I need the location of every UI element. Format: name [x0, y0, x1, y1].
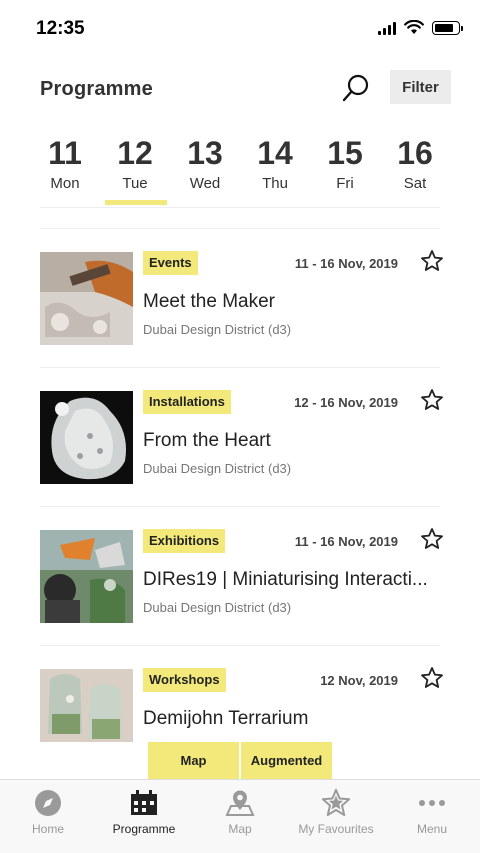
star-icon	[321, 788, 351, 817]
tab-my-favourites[interactable]: My Favourites	[288, 780, 384, 853]
date-item-16[interactable]: 16 Sat	[380, 134, 450, 208]
event-card[interactable]: Exhibitions 11 - 16 Nov, 2019 DIRes19 | …	[40, 506, 443, 645]
date-weekday: Mon	[50, 175, 80, 192]
tab-label: My Favourites	[298, 822, 374, 836]
bottom-tab-bar: Home Programme Map My Favourites Menu	[0, 779, 480, 853]
event-thumbnail	[40, 252, 133, 345]
star-outline-icon	[421, 528, 443, 549]
tab-map[interactable]: Map	[192, 780, 288, 853]
compass-icon	[35, 790, 61, 816]
event-category-tag: Installations	[143, 390, 231, 414]
status-bar: 12:35	[0, 0, 480, 56]
event-title: From the Heart	[143, 430, 271, 451]
date-number: 11	[48, 135, 82, 171]
more-dots-icon	[419, 800, 445, 806]
event-thumbnail	[40, 391, 133, 484]
favourite-button[interactable]	[418, 525, 446, 553]
date-weekday: Wed	[189, 175, 221, 192]
tab-label: Programme	[112, 822, 176, 836]
date-number: 14	[257, 135, 293, 171]
signal-icon	[378, 21, 396, 35]
tab-label: Map	[228, 822, 252, 836]
status-time: 12:35	[36, 18, 85, 39]
event-thumbnail	[40, 669, 133, 742]
filter-button[interactable]: Filter	[390, 70, 451, 104]
star-outline-icon	[421, 389, 443, 410]
augmented-view-button[interactable]: Augmented	[241, 742, 332, 779]
battery-icon	[432, 20, 463, 35]
event-list: Events 11 - 16 Nov, 2019 Meet the Maker …	[0, 228, 480, 784]
date-weekday: Thu	[262, 175, 288, 192]
event-card[interactable]: Events 11 - 16 Nov, 2019 Meet the Maker …	[40, 228, 443, 367]
tab-menu[interactable]: Menu	[384, 780, 480, 853]
event-thumbnail	[40, 530, 133, 623]
search-icon	[342, 74, 369, 102]
date-item-12[interactable]: 12 Tue	[100, 134, 170, 208]
map-pin-icon	[225, 790, 255, 816]
date-number: 15	[327, 135, 363, 171]
calendar-icon	[131, 790, 157, 815]
header: Programme Filter	[0, 64, 480, 114]
event-title: DIRes19 | Miniaturising Interacti...	[143, 569, 428, 590]
tab-label: Home	[31, 822, 64, 836]
date-weekday: Tue	[122, 175, 148, 192]
map-view-button[interactable]: Map	[148, 742, 239, 779]
favourite-button[interactable]	[418, 664, 446, 692]
event-date: 11 - 16 Nov, 2019	[294, 256, 398, 271]
date-number: 13	[187, 135, 223, 171]
favourite-button[interactable]	[418, 247, 446, 275]
event-card[interactable]: Workshops 12 Nov, 2019 Demijohn Terrariu…	[40, 645, 443, 784]
date-weekday: Fri	[336, 175, 354, 192]
event-category-tag: Workshops	[143, 668, 226, 692]
star-outline-icon	[421, 250, 443, 271]
date-strip: 11 Mon 12 Tue 13 Wed 14 Thu 15 Fri 16 Sa…	[30, 134, 450, 208]
event-venue: Dubai Design District (d3)	[143, 600, 292, 615]
event-category-tag: Exhibitions	[143, 529, 226, 553]
tab-programme[interactable]: Programme	[96, 780, 192, 853]
date-item-14[interactable]: 14 Thu	[240, 134, 310, 208]
star-outline-icon	[421, 667, 443, 688]
search-button[interactable]	[338, 70, 374, 106]
wifi-icon	[404, 20, 424, 34]
event-venue: Dubai Design District (d3)	[143, 461, 292, 476]
event-card[interactable]: Installations 12 - 16 Nov, 2019 From the…	[40, 367, 443, 506]
date-item-15[interactable]: 15 Fri	[310, 134, 380, 208]
tab-label: Menu	[416, 822, 448, 836]
event-title: Meet the Maker	[143, 291, 275, 312]
favourite-button[interactable]	[418, 386, 446, 414]
tab-home[interactable]: Home	[0, 780, 96, 853]
page-title: Programme	[40, 78, 153, 100]
event-venue: Dubai Design District (d3)	[143, 322, 292, 337]
date-weekday: Sat	[403, 175, 427, 192]
date-item-13[interactable]: 13 Wed	[170, 134, 240, 208]
event-title: Demijohn Terrarium	[143, 708, 309, 729]
event-date: 12 - 16 Nov, 2019	[294, 395, 398, 410]
date-item-11[interactable]: 11 Mon	[30, 134, 100, 208]
event-date: 11 - 16 Nov, 2019	[294, 534, 398, 549]
event-category-tag: Events	[143, 251, 198, 275]
status-icons	[378, 20, 463, 35]
date-number: 16	[397, 135, 433, 171]
event-date: 12 Nov, 2019	[320, 673, 398, 688]
date-number: 12	[117, 135, 153, 171]
divider	[40, 207, 440, 208]
